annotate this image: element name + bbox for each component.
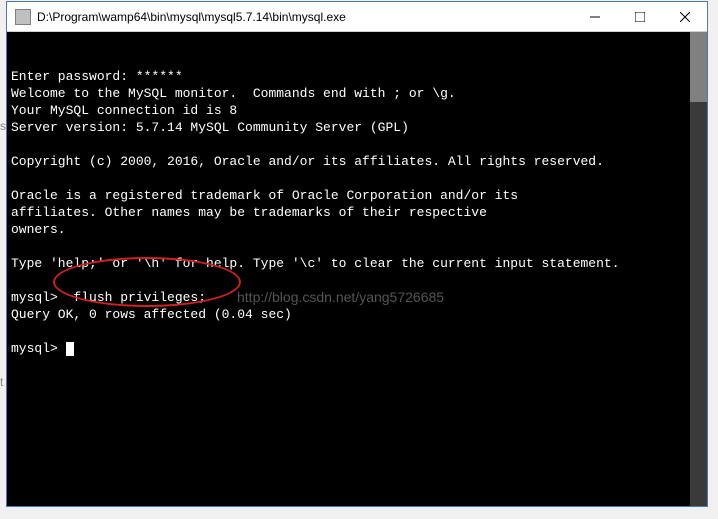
close-icon bbox=[680, 12, 690, 22]
titlebar[interactable]: D:\Program\wamp64\bin\mysql\mysql5.7.14\… bbox=[7, 2, 707, 32]
terminal-line: Copyright (c) 2000, 2016, Oracle and/or … bbox=[11, 154, 604, 169]
command-text: flush privileges; bbox=[66, 290, 206, 305]
terminal-content: Enter password: ****** Welcome to the My… bbox=[11, 68, 703, 357]
app-icon bbox=[15, 9, 31, 25]
scrollbar-thumb[interactable] bbox=[690, 32, 707, 102]
maximize-icon bbox=[635, 12, 645, 22]
mysql-prompt: mysql> bbox=[11, 341, 66, 356]
scrollbar-track[interactable] bbox=[690, 32, 707, 506]
terminal-line: Type 'help;' or '\h' for help. Type '\c'… bbox=[11, 256, 620, 271]
terminal-line: Your MySQL connection id is 8 bbox=[11, 103, 237, 118]
close-button[interactable] bbox=[662, 2, 707, 31]
terminal-line: Enter password: ****** bbox=[11, 69, 183, 84]
mysql-prompt: mysql> bbox=[11, 290, 66, 305]
cursor bbox=[66, 342, 74, 356]
maximize-button[interactable] bbox=[617, 2, 662, 31]
console-window: D:\Program\wamp64\bin\mysql\mysql5.7.14\… bbox=[6, 1, 708, 507]
window-controls bbox=[572, 2, 707, 31]
terminal-line: affiliates. Other names may be trademark… bbox=[11, 205, 487, 220]
terminal-line: Oracle is a registered trademark of Orac… bbox=[11, 188, 518, 203]
minimize-button[interactable] bbox=[572, 2, 617, 31]
terminal-line: Server version: 5.7.14 MySQL Community S… bbox=[11, 120, 409, 135]
terminal-line: owners. bbox=[11, 222, 66, 237]
window-title: D:\Program\wamp64\bin\mysql\mysql5.7.14\… bbox=[37, 10, 572, 24]
minimize-icon bbox=[590, 12, 600, 22]
query-result: Query OK, 0 rows affected (0.04 sec) bbox=[11, 307, 292, 322]
page-artifact: t bbox=[0, 375, 3, 389]
terminal-area[interactable]: Enter password: ****** Welcome to the My… bbox=[7, 32, 707, 506]
terminal-line: Welcome to the MySQL monitor. Commands e… bbox=[11, 86, 456, 101]
